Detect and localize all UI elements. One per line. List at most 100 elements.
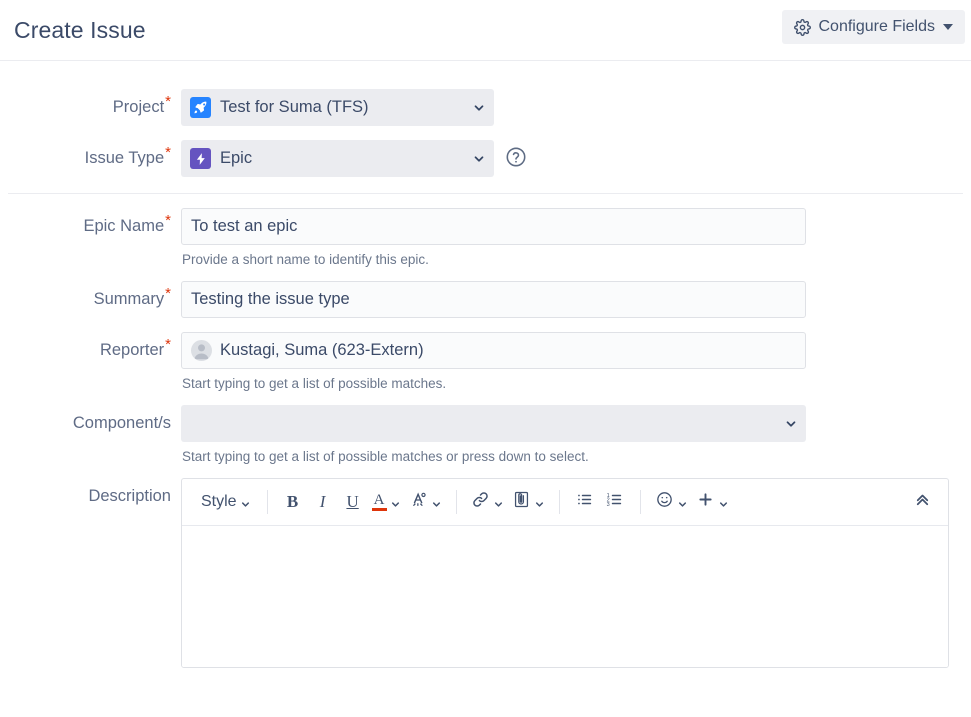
toolbar-separator [266, 490, 268, 514]
field-row-project: Project* Test for Suma (TFS) [0, 89, 971, 126]
summary-value: Testing the issue type [191, 290, 350, 308]
svg-text:3: 3 [607, 502, 610, 508]
toolbar-separator [558, 490, 560, 514]
components-hint: Start typing to get a list of possible m… [182, 449, 589, 464]
chevron-down-icon [534, 497, 545, 508]
chevron-down-icon [472, 152, 486, 166]
link-button[interactable] [468, 487, 507, 517]
double-chevron-up-icon [913, 490, 932, 514]
link-icon [471, 490, 490, 514]
emoji-button[interactable] [652, 487, 691, 517]
style-dropdown-button[interactable]: Style [196, 487, 256, 517]
project-control: Test for Suma (TFS) [181, 89, 494, 126]
paperclip-icon [512, 490, 531, 514]
italic-button[interactable]: I [309, 487, 337, 517]
plus-icon [696, 490, 715, 514]
project-value: Test for Suma (TFS) [220, 98, 369, 116]
project-label: Project* [112, 92, 171, 117]
dialog-header: Create Issue Configure Fields [0, 0, 971, 61]
components-label: Component/s [72, 414, 171, 432]
numbered-list-button[interactable]: 1 2 3 [601, 487, 629, 517]
field-row-components: Component/s Start typing to get a list o… [0, 405, 971, 464]
chevron-down-icon [493, 497, 504, 508]
style-label: Style [201, 493, 237, 510]
issue-type-label: Issue Type* [84, 143, 171, 168]
chevron-down-icon [784, 417, 798, 431]
chevron-down-icon [390, 497, 401, 508]
epic-name-value: To test an epic [191, 217, 298, 235]
highlight-color-button[interactable] [406, 487, 445, 517]
epic-name-input[interactable]: To test an epic [181, 208, 806, 245]
field-row-description: Description Style B I U A 1 2 3 [0, 478, 971, 668]
required-marker: * [165, 92, 171, 110]
numbered-list-icon: 1 2 3 [605, 490, 624, 514]
project-select[interactable]: Test for Suma (TFS) [181, 89, 494, 126]
create-issue-form: Project* Test for Suma (TFS) Issue Type* [0, 61, 971, 668]
required-marker: * [165, 143, 171, 161]
summary-label: Summary* [93, 284, 171, 309]
summary-control: Testing the issue type [181, 281, 806, 318]
page-title: Create Issue [14, 16, 146, 43]
editor-toolbar: Style B I U A 1 2 3 [182, 479, 948, 526]
issue-type-select[interactable]: Epic [181, 140, 494, 177]
gear-icon [793, 18, 811, 36]
text-color-button[interactable]: A [369, 487, 404, 517]
reporter-value: Kustagi, Suma (623-Extern) [220, 341, 424, 359]
summary-input[interactable]: Testing the issue type [181, 281, 806, 318]
field-row-reporter: Reporter* Kustagi, Suma (623-Extern) Sta… [0, 332, 971, 391]
reporter-control: Kustagi, Suma (623-Extern) Start typing … [181, 332, 806, 391]
bullet-list-icon [575, 490, 594, 514]
description-textarea[interactable] [182, 526, 948, 667]
epic-name-control: To test an epic Provide a short name to … [181, 208, 806, 267]
description-control: Style B I U A 1 2 3 [181, 478, 949, 668]
reporter-label: Reporter* [99, 335, 171, 360]
text-color-icon: A [371, 492, 387, 511]
chevron-down-icon [472, 101, 486, 115]
insert-button[interactable] [693, 487, 732, 517]
bullet-list-button[interactable] [571, 487, 599, 517]
configure-fields-button[interactable]: Configure Fields [781, 10, 965, 44]
text-color-letter: A [373, 492, 385, 508]
project-avatar-icon [190, 97, 211, 118]
configure-fields-label: Configure Fields [818, 18, 936, 35]
epic-name-hint: Provide a short name to identify this ep… [182, 252, 429, 267]
field-row-epic-name: Epic Name* To test an epic Provide a sho… [0, 208, 971, 267]
reporter-input[interactable]: Kustagi, Suma (623-Extern) [181, 332, 806, 369]
toolbar-separator [639, 490, 641, 514]
user-avatar-icon [191, 340, 212, 361]
toolbar-group-style: Style [196, 487, 256, 517]
epic-icon [190, 148, 211, 169]
underline-button[interactable]: U [339, 487, 367, 517]
required-marker: * [165, 211, 171, 229]
chevron-down-icon [943, 24, 953, 30]
chevron-down-icon [240, 497, 251, 508]
reporter-hint: Start typing to get a list of possible m… [182, 376, 447, 391]
attachment-button[interactable] [509, 487, 548, 517]
bold-button[interactable]: B [279, 487, 307, 517]
toolbar-group-lists: 1 2 3 [571, 487, 629, 517]
field-row-issue-type: Issue Type* Epic [0, 140, 971, 177]
required-marker: * [165, 284, 171, 302]
epic-name-label: Epic Name* [83, 211, 171, 236]
highlight-color-icon [409, 490, 428, 514]
question-circle-icon[interactable] [505, 146, 527, 168]
components-select[interactable] [181, 405, 806, 442]
field-row-summary: Summary* Testing the issue type [0, 281, 971, 318]
issue-type-value: Epic [220, 149, 253, 167]
chevron-down-icon [718, 497, 729, 508]
chevron-down-icon [431, 497, 442, 508]
description-editor: Style B I U A 1 2 3 [181, 478, 949, 668]
toolbar-group-insert [468, 487, 548, 517]
collapse-toolbar-button[interactable] [908, 487, 936, 517]
issue-type-control: Epic [181, 140, 526, 177]
section-divider [8, 193, 963, 194]
description-label: Description [88, 487, 171, 505]
required-marker: * [165, 335, 171, 353]
toolbar-separator [455, 490, 457, 514]
emoji-icon [655, 490, 674, 514]
toolbar-group-extras [652, 487, 732, 517]
chevron-down-icon [677, 497, 688, 508]
text-color-swatch [371, 508, 387, 511]
components-control: Start typing to get a list of possible m… [181, 405, 806, 464]
toolbar-group-format: B I U A [279, 487, 445, 517]
